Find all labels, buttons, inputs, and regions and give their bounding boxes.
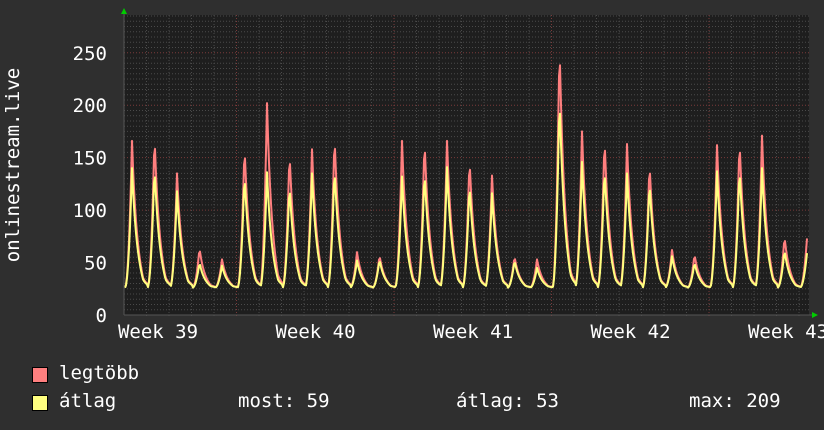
legend-swatch-atlag bbox=[32, 395, 48, 411]
y-tick-label: 50 bbox=[84, 253, 107, 275]
stat-atlag-value: 53 bbox=[536, 390, 559, 412]
legend-label-legtobb: legtöbb bbox=[59, 362, 140, 384]
stat-max: max: 209 bbox=[689, 390, 781, 412]
x-tick-label: Week 41 bbox=[433, 321, 513, 343]
stat-most: most: 59 bbox=[238, 390, 330, 412]
legend-swatch-legtobb bbox=[32, 367, 48, 383]
x-tick-label: Week 39 bbox=[118, 321, 198, 343]
y-axis-arrow-icon bbox=[121, 8, 127, 14]
y-tick-label: 0 bbox=[96, 305, 107, 327]
legend-label-atlag: átlag bbox=[59, 390, 117, 412]
y-tick-label: 100 bbox=[73, 200, 107, 222]
y-tick-label: 200 bbox=[73, 95, 107, 117]
stat-most-value: 59 bbox=[306, 390, 330, 412]
stat-most-label: most: bbox=[238, 390, 296, 412]
stat-atlag-label: átlag: bbox=[456, 390, 525, 412]
stat-max-value: 209 bbox=[746, 390, 781, 412]
stat-atlag: átlag: 53 bbox=[456, 390, 559, 412]
x-tick-label: Week 40 bbox=[275, 321, 355, 343]
x-tick-labels: Week 39 Week 40 Week 41 Week 42 Week 43 bbox=[118, 321, 824, 343]
plot-area bbox=[124, 15, 809, 315]
stat-max-label: max: bbox=[689, 390, 735, 412]
y-axis-label: onlinestream.live bbox=[2, 68, 24, 262]
x-tick-label: Week 42 bbox=[590, 321, 670, 343]
y-tick-labels: 0 50 100 150 200 250 bbox=[73, 43, 107, 327]
y-tick-label: 150 bbox=[73, 148, 107, 170]
x-axis-arrow-icon bbox=[812, 312, 818, 318]
y-tick-label: 250 bbox=[73, 43, 107, 65]
x-tick-label: Week 43 bbox=[748, 321, 824, 343]
